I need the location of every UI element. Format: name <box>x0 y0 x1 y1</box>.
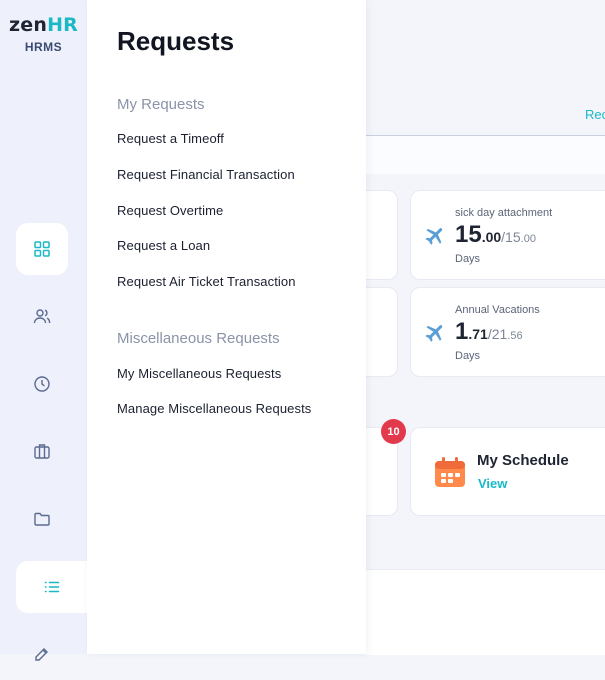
nav-work-button[interactable] <box>16 425 68 477</box>
logo-subtitle: HRMS <box>24 40 63 54</box>
schedule-card[interactable]: My Schedule View <box>410 427 605 516</box>
schedule-view-link[interactable]: View <box>478 476 507 491</box>
dashboard-grid-icon <box>34 241 50 257</box>
schedule-title: My Schedule <box>477 452 569 469</box>
leave-balance-card[interactable]: Annual Vacations 1.71/21.56 Days <box>410 287 605 377</box>
panel-title: Requests <box>117 26 235 56</box>
airplane-icon <box>425 325 443 342</box>
leave-balance-value: 1.71/21.56 <box>455 318 523 345</box>
leave-balance-value: 15.00/15.00 <box>455 221 536 248</box>
leave-balance-card[interactable]: sick day attachment 15.00/15.00 Days <box>410 190 605 280</box>
menu-item-request-financial-transaction[interactable]: Request Financial Transaction <box>117 167 295 182</box>
section-heading-misc-requests: Miscellaneous Requests <box>117 330 280 347</box>
edit-icon <box>35 648 48 661</box>
app-logo[interactable]: zenHR HRMS <box>0 14 87 54</box>
leave-unit-label: Days <box>455 350 481 362</box>
nav-rail: zenHR HRMS <box>0 0 87 661</box>
calendar-icon <box>435 457 465 487</box>
menu-item-request-overtime[interactable]: Request Overtime <box>117 203 223 218</box>
menu-item-request-timeoff[interactable]: Request a Timeoff <box>117 131 224 146</box>
nav-dashboard-button[interactable] <box>16 223 68 275</box>
notification-badge: 10 <box>381 419 406 444</box>
section-heading-my-requests: My Requests <box>117 96 205 113</box>
clock-icon <box>34 376 50 392</box>
nav-time-button[interactable] <box>16 358 68 410</box>
users-icon <box>33 309 51 324</box>
nav-people-button[interactable] <box>16 290 68 342</box>
airplane-icon <box>425 228 443 245</box>
background-link[interactable]: Rec <box>585 107 605 122</box>
leave-unit-label: Days <box>455 253 481 265</box>
menu-item-manage-misc-requests[interactable]: Manage Miscellaneous Requests <box>117 401 311 416</box>
folder-icon <box>34 512 50 526</box>
requests-panel: Requests My Requests Request a Timeoff R… <box>87 0 366 654</box>
menu-item-request-air-ticket[interactable]: Request Air Ticket Transaction <box>117 274 296 289</box>
background-strip <box>366 136 605 174</box>
nav-edit-button[interactable] <box>16 628 68 680</box>
list-icon <box>44 581 59 593</box>
menu-item-my-misc-requests[interactable]: My Miscellaneous Requests <box>117 366 281 381</box>
menu-item-request-loan[interactable]: Request a Loan <box>117 238 210 253</box>
briefcase-icon <box>34 444 50 459</box>
nav-documents-button[interactable] <box>16 493 68 545</box>
nav-requests-button[interactable] <box>16 561 87 613</box>
background-bottom-panel <box>366 569 605 655</box>
leave-type-label: sick day attachment <box>455 207 553 219</box>
logo-brand: zenHR <box>8 14 78 36</box>
leave-type-label: Annual Vacations <box>455 304 540 316</box>
